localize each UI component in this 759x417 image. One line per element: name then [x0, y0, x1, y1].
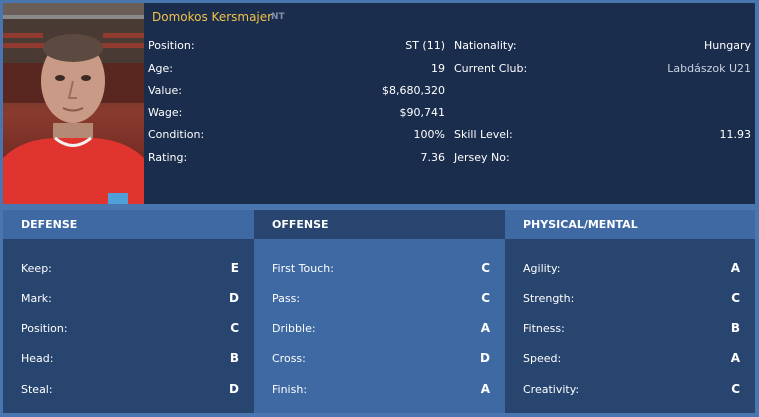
info-label-skill-level: Skill Level:: [454, 128, 513, 141]
info-value-current-club[interactable]: Labdászok U21: [667, 62, 751, 75]
attr-label-dribble: Dribble:: [272, 322, 316, 335]
physical-mental-panel-title: PHYSICAL/MENTAL: [505, 210, 755, 239]
attr-label-first-touch: First Touch:: [272, 262, 334, 275]
info-label-nationality: Nationality:: [454, 39, 517, 52]
player-profile: Domokos Kersmajer NT Position: ST (11) A…: [0, 0, 759, 417]
attr-grade-agility: A: [730, 261, 740, 275]
info-value-age: 19: [431, 62, 445, 75]
info-value-value: $8,680,320: [382, 84, 445, 97]
player-photo: [3, 3, 144, 204]
player-header: Domokos Kersmajer NT Position: ST (11) A…: [3, 3, 755, 204]
attr-label-strength: Strength:: [523, 292, 575, 305]
info-label-current-club: Current Club:: [454, 62, 528, 75]
attr-grade-dribble: A: [480, 321, 490, 335]
attr-label-keep: Keep:: [21, 262, 52, 275]
info-label-wage: Wage:: [148, 106, 183, 119]
attr-grade-creativity: C: [731, 382, 740, 396]
attr-label-steal: Steal:: [21, 383, 53, 396]
info-value-wage: $90,741: [399, 106, 446, 119]
info-value-nationality: Hungary: [704, 39, 751, 52]
defense-panel: DEFENSE Keep: E Mark: D Position: C Head…: [3, 210, 254, 413]
offense-panel: OFFENSE First Touch: C Pass: C Dribble: …: [254, 210, 505, 413]
attr-grade-head: B: [229, 351, 239, 365]
offense-panel-title: OFFENSE: [254, 210, 505, 239]
attr-grade-keep: E: [230, 261, 239, 275]
info-label-position: Position:: [148, 39, 195, 52]
info-label-age: Age:: [148, 62, 173, 75]
info-label-jersey-no: Jersey No:: [454, 151, 510, 164]
info-label-condition: Condition:: [148, 128, 205, 141]
attr-grade-finish: A: [480, 382, 490, 396]
attr-label-pass: Pass:: [272, 292, 301, 305]
national-team-badge: NT: [271, 12, 285, 22]
info-label-value: Value:: [148, 84, 182, 97]
info-value-rating: 7.36: [420, 151, 446, 164]
info-label-rating: Rating:: [148, 151, 188, 164]
attr-label-position: Position:: [21, 322, 68, 335]
player-name: Domokos Kersmajer: [152, 10, 273, 24]
attr-grade-mark: D: [229, 291, 239, 305]
attr-grade-strength: C: [731, 291, 740, 305]
attr-grade-steal: D: [229, 382, 239, 396]
attr-label-speed: Speed:: [523, 352, 562, 365]
attr-label-finish: Finish:: [272, 383, 308, 396]
attr-grade-fitness: B: [730, 321, 740, 335]
info-value-position: ST (11): [405, 39, 445, 52]
info-value-skill-level: 11.93: [719, 128, 752, 141]
info-value-condition: 100%: [413, 128, 445, 141]
attr-label-fitness: Fitness:: [523, 322, 565, 335]
attr-grade-pass: C: [481, 291, 490, 305]
attr-grade-speed: A: [730, 351, 740, 365]
attr-grade-first-touch: C: [481, 261, 490, 275]
physical-mental-panel: PHYSICAL/MENTAL Agility: A Strength: C F…: [505, 210, 755, 413]
attr-label-mark: Mark:: [21, 292, 52, 305]
attr-label-head: Head:: [21, 352, 54, 365]
attr-label-agility: Agility:: [523, 262, 561, 275]
attr-label-cross: Cross:: [272, 352, 306, 365]
attr-grade-position: C: [230, 321, 239, 335]
defense-panel-title: DEFENSE: [3, 210, 254, 239]
attr-grade-cross: D: [480, 351, 490, 365]
attr-label-creativity: Creativity:: [523, 383, 580, 396]
